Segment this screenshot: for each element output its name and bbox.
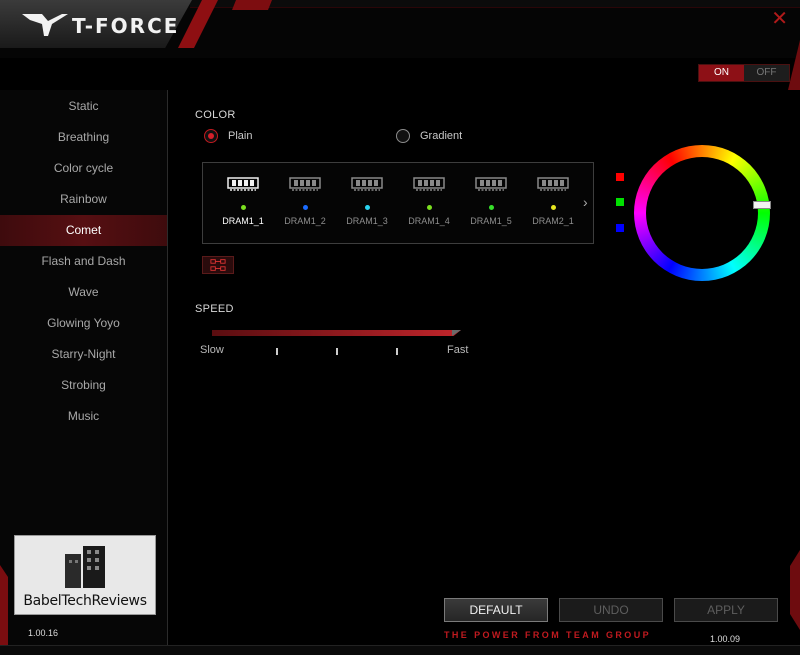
radio-gradient[interactable]: Gradient [396, 129, 462, 143]
building-icon [65, 546, 105, 588]
link-nodes-icon [210, 259, 226, 271]
sidebar-item-static[interactable]: Static [0, 91, 167, 122]
bottom-strip [0, 645, 800, 655]
watermark-logo: BabelTechReviews [14, 535, 156, 615]
default-button[interactable]: DEFAULT [444, 598, 548, 622]
speed-slow-label: Slow [200, 344, 224, 356]
ram-module-icon [475, 177, 507, 191]
version-right: 1.00.09 [710, 634, 741, 644]
dram-label: DRAM2_1 [532, 216, 574, 226]
color-wheel-handle[interactable] [753, 201, 771, 209]
swatch-red[interactable] [616, 173, 624, 181]
radio-dot-icon [204, 129, 218, 143]
tforce-logo-icon [22, 14, 68, 36]
title-bar: T-FORCE ✕ [0, 0, 800, 90]
main-panel: COLOR Plain Gradient DRAM1_1 DRAM1_2 DRA… [169, 90, 800, 645]
swatch-blue[interactable] [616, 224, 624, 232]
dram-module[interactable]: DRAM1_3 [336, 175, 398, 226]
led-indicator [426, 205, 432, 210]
sidebar-item-comet[interactable]: Comet [0, 215, 167, 246]
radio-plain[interactable]: Plain [204, 129, 252, 143]
sync-modules-button[interactable] [202, 256, 234, 274]
color-wheel[interactable] [634, 145, 770, 281]
dram-module-list: DRAM1_1 DRAM1_2 DRAM1_3 DRAM1_4 DRAM1_5 … [202, 162, 594, 244]
radio-plain-label: Plain [228, 130, 253, 142]
chevron-right-icon[interactable]: › [583, 194, 588, 210]
speed-title: SPEED [195, 303, 234, 315]
effect-sidebar: Static Breathing Color cycle Rainbow Com… [0, 90, 168, 645]
sidebar-item-starry-night[interactable]: Starry-Night [0, 339, 167, 370]
dram-module[interactable]: DRAM1_5 [460, 175, 522, 226]
dram-module[interactable]: DRAM2_1 [522, 175, 584, 226]
tagline: THE POWER FROM TEAM GROUP [444, 630, 651, 640]
sidebar-item-rainbow[interactable]: Rainbow [0, 184, 167, 215]
color-title: COLOR [195, 109, 236, 121]
led-indicator [302, 205, 308, 210]
ram-module-icon [289, 177, 321, 191]
toggle-off[interactable]: OFF [744, 65, 789, 81]
speed-tick [396, 348, 398, 355]
led-indicator [240, 205, 246, 210]
ram-module-icon [413, 177, 445, 191]
watermark-text: BabelTechReviews [23, 593, 147, 609]
apply-button[interactable]: APPLY [674, 598, 778, 622]
dram-label: DRAM1_5 [470, 216, 512, 226]
sidebar-item-breathing[interactable]: Breathing [0, 122, 167, 153]
speed-slider[interactable] [212, 330, 461, 336]
sidebar-item-flash-and-dash[interactable]: Flash and Dash [0, 246, 167, 277]
app-title: T-FORCE [72, 14, 180, 38]
dram-module[interactable]: DRAM1_4 [398, 175, 460, 226]
effect-list: Static Breathing Color cycle Rainbow Com… [0, 90, 167, 432]
dram-label: DRAM1_2 [284, 216, 326, 226]
sidebar-item-music[interactable]: Music [0, 401, 167, 432]
dram-label: DRAM1_1 [222, 216, 264, 226]
led-indicator [364, 205, 370, 210]
led-indicator [488, 205, 494, 210]
undo-button[interactable]: UNDO [559, 598, 663, 622]
speed-tick [336, 348, 338, 355]
side-accent [790, 550, 800, 630]
sidebar-item-color-cycle[interactable]: Color cycle [0, 153, 167, 184]
sidebar-item-strobing[interactable]: Strobing [0, 370, 167, 401]
sidebar-item-glowing-yoyo[interactable]: Glowing Yoyo [0, 308, 167, 339]
speed-fast-label: Fast [447, 344, 469, 356]
dram-module[interactable]: DRAM1_2 [274, 175, 336, 226]
dram-module[interactable]: DRAM1_1 [212, 175, 274, 226]
dram-label: DRAM1_3 [346, 216, 388, 226]
radio-dot-icon [396, 129, 410, 143]
close-icon[interactable]: ✕ [771, 6, 788, 31]
ram-module-icon [351, 177, 383, 191]
header-line [190, 0, 800, 8]
sidebar-item-wave[interactable]: Wave [0, 277, 167, 308]
led-indicator [550, 205, 556, 210]
ram-module-icon [537, 177, 569, 191]
version-left: 1.00.16 [28, 628, 59, 638]
speed-tick [276, 348, 278, 355]
side-accent [0, 565, 8, 645]
toggle-on[interactable]: ON [699, 65, 744, 81]
header-accent [232, 0, 272, 10]
ram-module-icon [227, 177, 259, 191]
swatch-green[interactable] [616, 198, 624, 206]
radio-gradient-label: Gradient [420, 130, 463, 142]
power-toggle[interactable]: ON OFF [698, 64, 790, 82]
dram-label: DRAM1_4 [408, 216, 450, 226]
